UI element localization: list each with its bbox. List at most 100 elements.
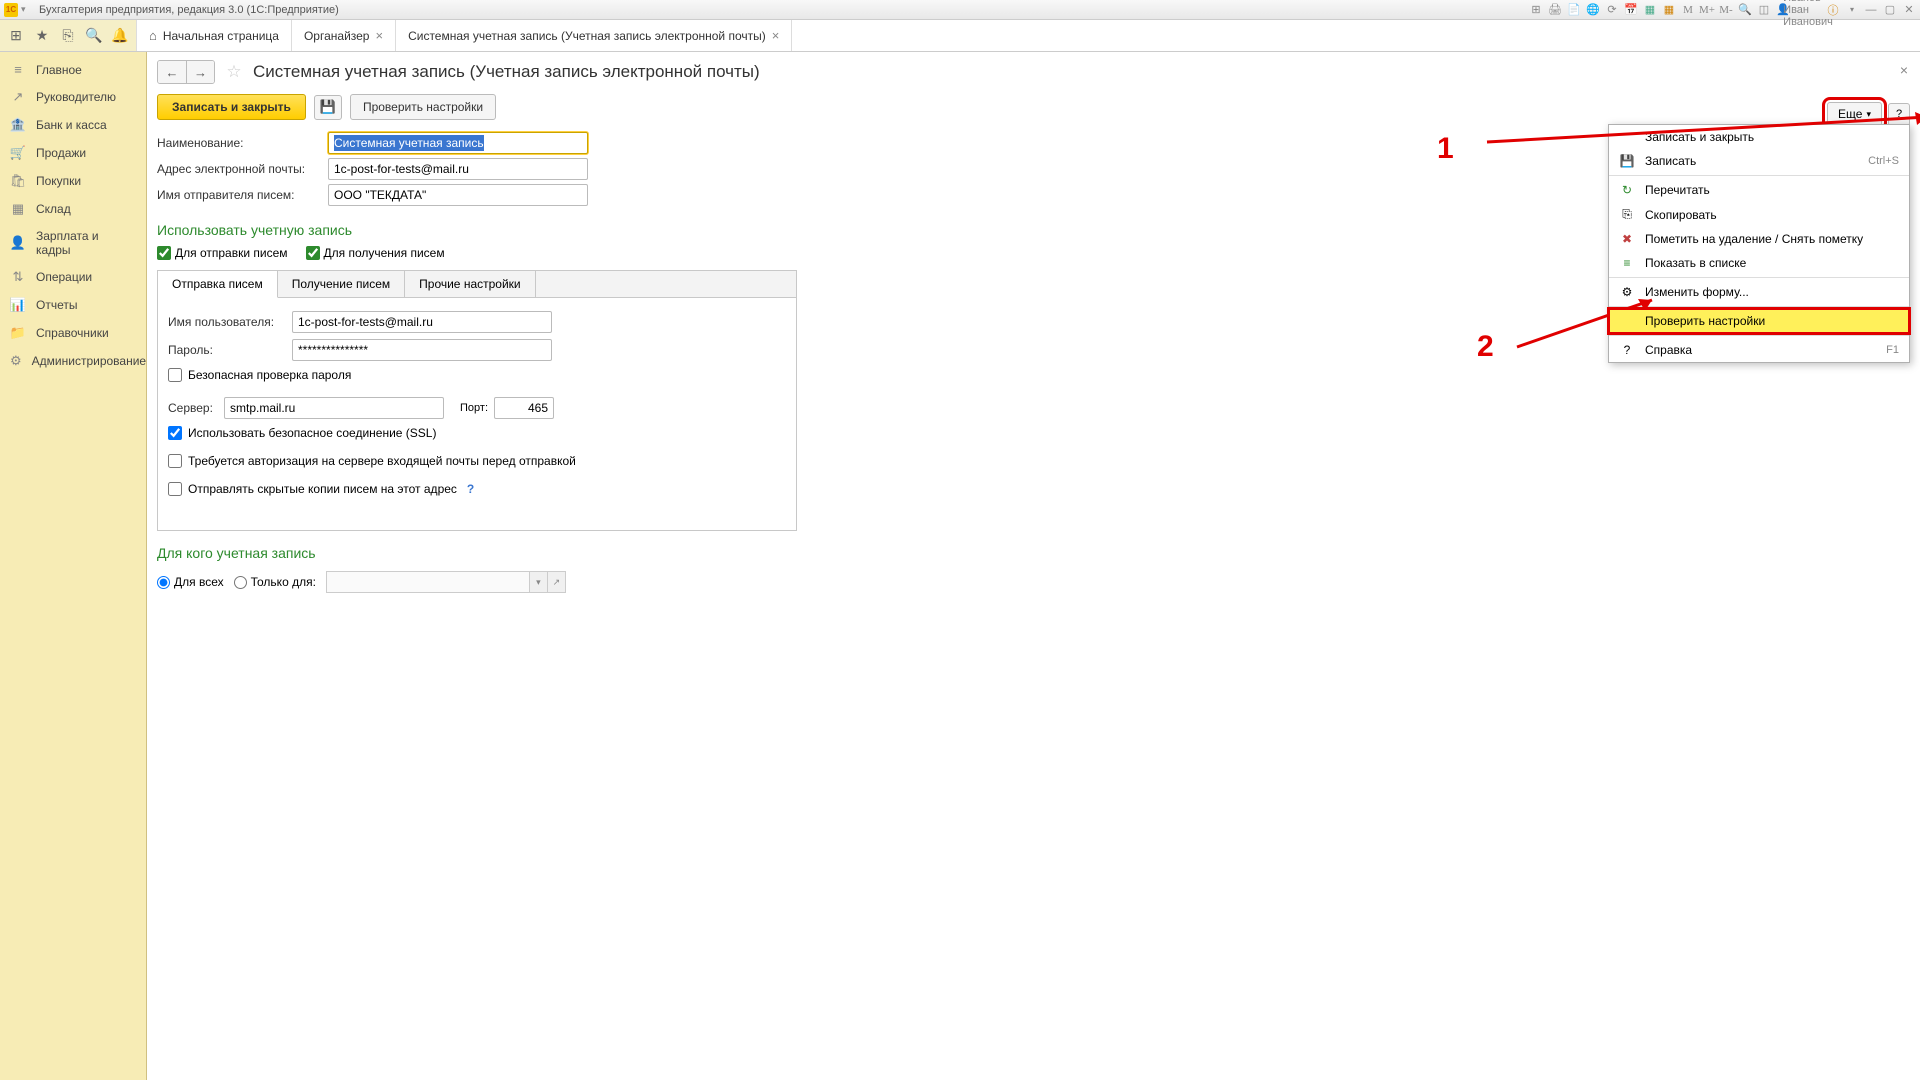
auth-checkbox[interactable] (168, 454, 182, 468)
sidebar-item-purchases[interactable]: 🛍 Покупки (0, 167, 146, 195)
ssl-label: Использовать безопасное соединение (SSL) (188, 426, 436, 440)
sidebar-item-admin[interactable]: ⚙Администрирование (0, 347, 146, 375)
menu-help[interactable]: ?СправкаF1 (1609, 338, 1909, 362)
only-for-input[interactable] (327, 572, 529, 592)
menu-label: Записать (1645, 154, 1696, 168)
tab-home[interactable]: ⌂ Начальная страница (137, 20, 292, 51)
sidebar-label: Операции (36, 270, 92, 284)
bcc-help-icon[interactable]: ? (467, 482, 474, 496)
grid-icon[interactable]: ▦ (1662, 3, 1676, 17)
titlebar-icon[interactable]: ⊞ (1529, 3, 1543, 17)
menu-show-list[interactable]: ≡Показать в списке (1609, 251, 1909, 275)
radio-only[interactable]: Только для: (234, 575, 316, 589)
smtp-pass-input[interactable] (292, 339, 552, 361)
apps-icon[interactable]: ⊞ (4, 24, 28, 48)
user-name[interactable]: Иванов Иван Иванович (1801, 3, 1815, 17)
print-icon[interactable]: 🖨 (1548, 3, 1562, 17)
radio-all-input[interactable] (157, 576, 170, 589)
tab-other[interactable]: Прочие настройки (405, 271, 535, 297)
calc-icon[interactable]: ▦ (1643, 3, 1657, 17)
tab-email-account[interactable]: Системная учетная запись (Учетная запись… (396, 20, 792, 51)
titlebar-dropdown-icon[interactable]: ▾ (21, 4, 33, 16)
notifications-icon[interactable]: 🔔 (108, 24, 132, 48)
smtp-user-label: Имя пользователя: (168, 315, 286, 329)
sidebar-item-reports[interactable]: 📊Отчеты (0, 291, 146, 319)
combo-open-icon[interactable]: ↗ (547, 572, 565, 592)
safe-pass-checkbox[interactable] (168, 368, 182, 382)
more-button[interactable]: Еще ▾ (1827, 102, 1882, 126)
star-icon[interactable]: ☆ (223, 61, 245, 83)
sidebar-item-manager[interactable]: ↗Руководителю (0, 83, 146, 111)
tab-close-icon[interactable]: × (772, 28, 780, 43)
info-icon[interactable]: ⓘ (1826, 3, 1840, 17)
sidebar-item-stock[interactable]: ▦Склад (0, 195, 146, 223)
combo-dropdown-icon[interactable]: ▾ (529, 572, 547, 592)
email-input[interactable] (328, 158, 588, 180)
favorite-icon[interactable]: ★ (30, 24, 54, 48)
calendar-icon[interactable]: 📅 (1624, 3, 1638, 17)
tab-close-icon[interactable]: × (375, 28, 383, 43)
sender-input[interactable] (328, 184, 588, 206)
doc-icon[interactable]: 📄 (1567, 3, 1581, 17)
settings-tabpanel: Отправка писем Получение писем Прочие на… (157, 270, 797, 531)
app-logo-icon: 1С (4, 3, 18, 17)
sidebar-item-operations[interactable]: ⇅Операции (0, 263, 146, 291)
bag-icon: 🛍 (10, 173, 26, 189)
save-button[interactable]: 💾 (314, 95, 342, 120)
tab-receive[interactable]: Получение писем (278, 271, 405, 297)
radio-all[interactable]: Для всех (157, 575, 224, 589)
name-input[interactable]: Системная учетная запись (328, 132, 588, 154)
tab-send[interactable]: Отправка писем (158, 271, 278, 298)
menu-reread[interactable]: ↻Перечитать (1609, 178, 1909, 202)
port-input[interactable] (494, 397, 554, 419)
only-for-combo[interactable]: ▾ ↗ (326, 571, 566, 593)
forward-button[interactable]: → (186, 61, 214, 83)
minimize-icon[interactable]: — (1864, 3, 1878, 17)
main-area: ≡Главное ↗Руководителю 🏦Банк и касса 🛒Пр… (0, 52, 1920, 1080)
info-dropdown-icon[interactable]: ▾ (1845, 3, 1859, 17)
sidebar-item-bank[interactable]: 🏦Банк и касса (0, 111, 146, 139)
send-checkbox[interactable] (157, 246, 171, 260)
ssl-checkbox[interactable] (168, 426, 182, 440)
globe-icon[interactable]: 🌐 (1586, 3, 1600, 17)
m-icon[interactable]: M (1681, 3, 1695, 17)
smtp-user-input[interactable] (292, 311, 552, 333)
radio-only-input[interactable] (234, 576, 247, 589)
refresh-icon[interactable]: ⟳ (1605, 3, 1619, 17)
server-input[interactable] (224, 397, 444, 419)
sidebar-label: Покупки (36, 174, 81, 188)
check-settings-button[interactable]: Проверить настройки (350, 94, 496, 120)
sidebar-item-main[interactable]: ≡Главное (0, 56, 146, 83)
close-page-icon[interactable]: × (1900, 62, 1908, 78)
menu-save-close[interactable]: Записать и закрыть (1609, 125, 1909, 149)
history-icon[interactable]: ⎘ (56, 24, 80, 48)
maximize-icon[interactable]: ▢ (1883, 3, 1897, 17)
bcc-checkbox[interactable] (168, 482, 182, 496)
sidebar-item-salary[interactable]: 👤Зарплата и кадры (0, 223, 146, 263)
m-minus-icon[interactable]: M- (1719, 3, 1733, 17)
sidebar-label: Банк и касса (36, 118, 107, 132)
tab-label: Начальная страница (163, 29, 279, 43)
back-button[interactable]: ← (158, 61, 186, 83)
panel-icon[interactable]: ◫ (1757, 3, 1771, 17)
tab-organizer[interactable]: Органайзер × (292, 20, 396, 51)
m-plus-icon[interactable]: M+ (1700, 3, 1714, 17)
menu-save[interactable]: 💾ЗаписатьCtrl+S (1609, 149, 1909, 173)
help-button[interactable]: ? (1888, 103, 1910, 126)
folder-icon: 📁 (10, 325, 26, 341)
save-close-button[interactable]: Записать и закрыть (157, 94, 306, 120)
sidebar-item-directories[interactable]: 📁Справочники (0, 319, 146, 347)
close-window-icon[interactable]: ✕ (1902, 3, 1916, 17)
menu-copy[interactable]: ⎘Скопировать (1609, 202, 1909, 227)
recv-check[interactable]: Для получения писем (306, 246, 445, 260)
search-icon[interactable]: 🔍 (82, 24, 106, 48)
menu-label: Справка (1645, 343, 1692, 357)
send-check[interactable]: Для отправки писем (157, 246, 288, 260)
sender-label: Имя отправителя писем: (157, 188, 322, 202)
menu-check-settings[interactable]: Проверить настройки (1609, 309, 1909, 333)
sidebar-item-sales[interactable]: 🛒Продажи (0, 139, 146, 167)
menu-change-form[interactable]: ⚙Изменить форму... (1609, 280, 1909, 304)
recv-checkbox[interactable] (306, 246, 320, 260)
zoom-icon[interactable]: 🔍 (1738, 3, 1752, 17)
menu-delete-mark[interactable]: ✖Пометить на удаление / Снять пометку (1609, 227, 1909, 251)
